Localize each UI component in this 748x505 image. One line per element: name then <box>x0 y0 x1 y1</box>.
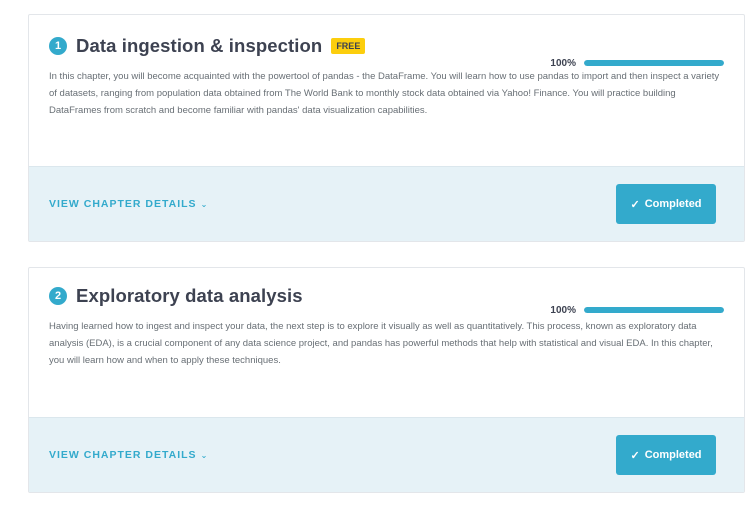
completed-button[interactable]: ✓ Completed <box>616 435 716 475</box>
completed-button[interactable]: ✓ Completed <box>616 184 716 224</box>
progress-percent: 100% <box>550 57 576 69</box>
details-label: VIEW CHAPTER DETAILS <box>49 449 197 461</box>
progress-bar <box>584 60 724 66</box>
chapter-footer: VIEW CHAPTER DETAILS ⌄ ✓ Completed <box>29 417 744 492</box>
chapter-progress: 100% <box>550 49 724 77</box>
progress-fill <box>584 60 724 66</box>
chapter-body: 1 Data ingestion & inspection FREE 100% … <box>29 32 744 119</box>
chapter-number-badge: 1 <box>49 37 67 55</box>
chapter-body: 2 Exploratory data analysis 100% Having … <box>29 282 744 369</box>
chapter-title: Exploratory data analysis <box>76 285 303 306</box>
view-chapter-details-link[interactable]: VIEW CHAPTER DETAILS ⌄ <box>49 449 207 461</box>
progress-bar <box>584 307 724 313</box>
completed-label: Completed <box>644 449 702 461</box>
completed-label: Completed <box>644 198 702 210</box>
free-badge: FREE <box>331 38 366 54</box>
chapter-card-1: 1 Data ingestion & inspection FREE 100% … <box>28 14 745 242</box>
chapter-footer: VIEW CHAPTER DETAILS ⌄ ✓ Completed <box>29 166 744 241</box>
progress-fill <box>584 307 724 313</box>
progress-percent: 100% <box>550 304 576 316</box>
chapter-number-badge: 2 <box>49 287 67 305</box>
chapter-title: Data ingestion & inspection <box>76 35 323 56</box>
check-icon: ✓ <box>630 198 640 211</box>
details-label: VIEW CHAPTER DETAILS <box>49 198 197 210</box>
chapter-card-2: 2 Exploratory data analysis 100% Having … <box>28 267 745 493</box>
view-chapter-details-link[interactable]: VIEW CHAPTER DETAILS ⌄ <box>49 198 207 210</box>
check-icon: ✓ <box>630 449 640 462</box>
chevron-down-icon: ⌄ <box>200 200 208 209</box>
chapter-progress: 100% <box>550 296 724 324</box>
chevron-down-icon: ⌄ <box>200 451 208 460</box>
chapter-description: Having learned how to ingest and inspect… <box>49 321 713 366</box>
